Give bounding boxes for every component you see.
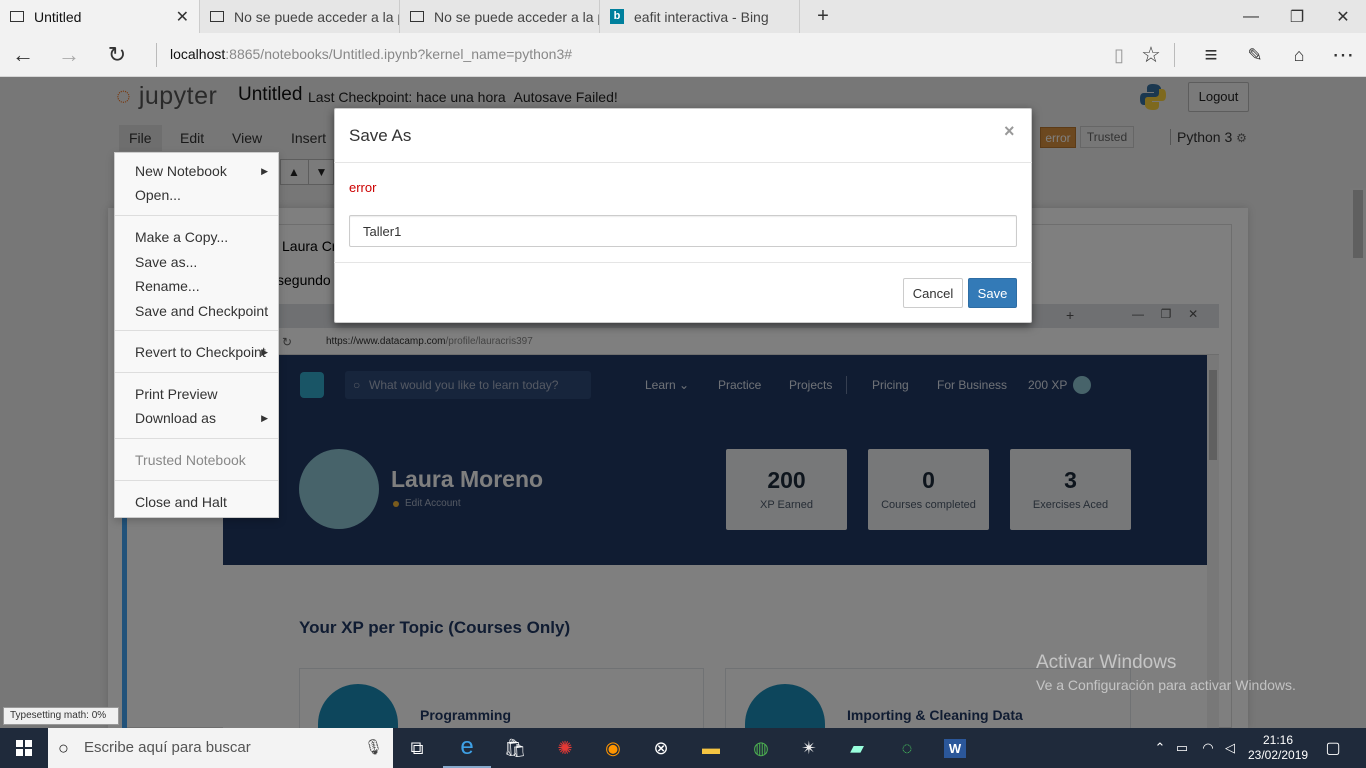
restore-button[interactable]: ❐ xyxy=(1274,0,1320,33)
app-icon[interactable]: ✺ xyxy=(541,728,589,768)
menu-item-print-preview[interactable]: Print Preview xyxy=(135,386,217,402)
dialog-header-divider xyxy=(334,162,1032,163)
menu-divider xyxy=(115,372,278,373)
menu-divider xyxy=(115,438,278,439)
forward-arrow-icon[interactable]: → xyxy=(46,33,92,77)
edge-icon[interactable]: e xyxy=(443,728,491,768)
web-note-icon[interactable]: ✎ xyxy=(1232,33,1278,77)
tab-title: Untitled xyxy=(34,8,82,25)
file-explorer-icon[interactable]: ▬ xyxy=(687,728,735,768)
firefox-icon[interactable]: ◉ xyxy=(589,728,637,768)
back-arrow-icon[interactable]: ← xyxy=(0,33,46,77)
page-icon xyxy=(210,11,224,22)
divider xyxy=(1174,43,1175,67)
new-tab-button[interactable]: + xyxy=(800,0,846,33)
tab-title: No se puede acceder a la pá xyxy=(234,8,400,25)
browser-tab-untitled[interactable]: Untitled ✕ xyxy=(0,0,200,33)
menu-item-close-halt[interactable]: Close and Halt xyxy=(135,494,227,510)
start-windows-icon[interactable] xyxy=(0,728,48,768)
xbox-icon[interactable]: ⊗ xyxy=(637,728,685,768)
browser-tab-2[interactable]: No se puede acceder a la pá xyxy=(200,0,400,33)
browser-tab-3[interactable]: No se puede acceder a la pá xyxy=(400,0,600,33)
page-icon xyxy=(10,11,24,22)
microphone-icon[interactable]: 🎙 xyxy=(364,728,383,768)
close-window-button[interactable]: ✕ xyxy=(1320,0,1366,33)
task-view-icon[interactable]: ⧉ xyxy=(393,728,441,768)
word-icon[interactable]: W xyxy=(931,728,979,768)
typesetting-status: Typesetting math: 0% xyxy=(3,707,119,725)
activation-watermark-text: Ve a Configuración para activar Windows. xyxy=(1036,677,1296,693)
minimize-button[interactable]: — xyxy=(1228,0,1274,33)
menu-item-save-as[interactable]: Save as... xyxy=(135,254,197,270)
hub-icon[interactable]: ≡ xyxy=(1188,33,1234,77)
activation-watermark-title: Activar Windows xyxy=(1036,652,1177,673)
wifi-icon[interactable]: ◠ xyxy=(1196,728,1220,768)
share-icon[interactable]: ⌂ xyxy=(1276,33,1322,77)
app-icon-3[interactable]: ◌ xyxy=(883,728,931,768)
menu-divider xyxy=(115,480,278,481)
dialog-footer-divider xyxy=(334,262,1032,263)
save-button[interactable]: Save xyxy=(968,278,1017,308)
menu-divider xyxy=(115,215,278,216)
tab-title: eafit interactiva - Bing xyxy=(634,8,769,25)
cancel-button[interactable]: Cancel xyxy=(903,278,963,308)
browser-tab-bing[interactable]: b eafit interactiva - Bing xyxy=(600,0,800,33)
menu-item-make-copy[interactable]: Make a Copy... xyxy=(135,229,228,245)
close-tab-icon[interactable]: ✕ xyxy=(176,7,189,27)
bing-icon: b xyxy=(610,9,624,24)
error-message: error xyxy=(349,180,377,195)
page-icon xyxy=(410,11,424,22)
favorite-star-icon[interactable]: ☆ xyxy=(1128,33,1174,77)
divider xyxy=(156,43,157,67)
refresh-icon[interactable]: ↻ xyxy=(94,33,140,77)
filename-input[interactable] xyxy=(349,215,1017,247)
menu-item-rename[interactable]: Rename... xyxy=(135,278,200,294)
close-icon[interactable]: × xyxy=(1004,121,1015,142)
taskbar-search[interactable]: ○ Escribe aquí para buscar 🎙 xyxy=(48,728,393,768)
app-icon-2[interactable]: ▰ xyxy=(833,728,881,768)
tab-title: No se puede acceder a la pá xyxy=(434,8,600,25)
dialog-title: Save As xyxy=(349,126,412,145)
submenu-arrow-icon: ▶ xyxy=(261,166,268,176)
volume-icon[interactable]: ◁ xyxy=(1218,728,1242,768)
chrome-icon[interactable]: ◍ xyxy=(737,728,785,768)
menu-item-revert[interactable]: Revert to Checkpoint xyxy=(135,344,266,360)
submenu-arrow-icon: ▶ xyxy=(261,347,268,357)
notifications-icon[interactable]: ▢ xyxy=(1310,728,1356,768)
menu-item-open[interactable]: Open... xyxy=(135,187,181,203)
store-icon[interactable]: 🛍 xyxy=(491,728,539,768)
taskbar-clock[interactable]: 21:16 23/02/2019 xyxy=(1248,733,1308,763)
menu-item-new-notebook[interactable]: New Notebook xyxy=(135,163,227,179)
submenu-arrow-icon: ▶ xyxy=(261,413,268,423)
battery-icon[interactable]: ▭ xyxy=(1170,728,1194,768)
file-menu-dropdown: New Notebook ▶ Open... Make a Copy... Sa… xyxy=(114,152,279,518)
more-icon[interactable]: ⋯ xyxy=(1320,33,1366,77)
menu-item-save-checkpoint[interactable]: Save and Checkpoint xyxy=(135,303,268,319)
spider-app-icon[interactable]: ✴ xyxy=(785,728,833,768)
menu-divider xyxy=(115,330,278,331)
menu-item-trusted-notebook: Trusted Notebook xyxy=(135,452,246,468)
url-field[interactable]: localhost:8865/notebooks/Untitled.ipynb?… xyxy=(170,46,572,62)
search-icon: ○ xyxy=(58,738,69,758)
show-hidden-icons-icon[interactable]: ⌃ xyxy=(1148,728,1172,768)
menu-item-download-as[interactable]: Download as xyxy=(135,410,216,426)
